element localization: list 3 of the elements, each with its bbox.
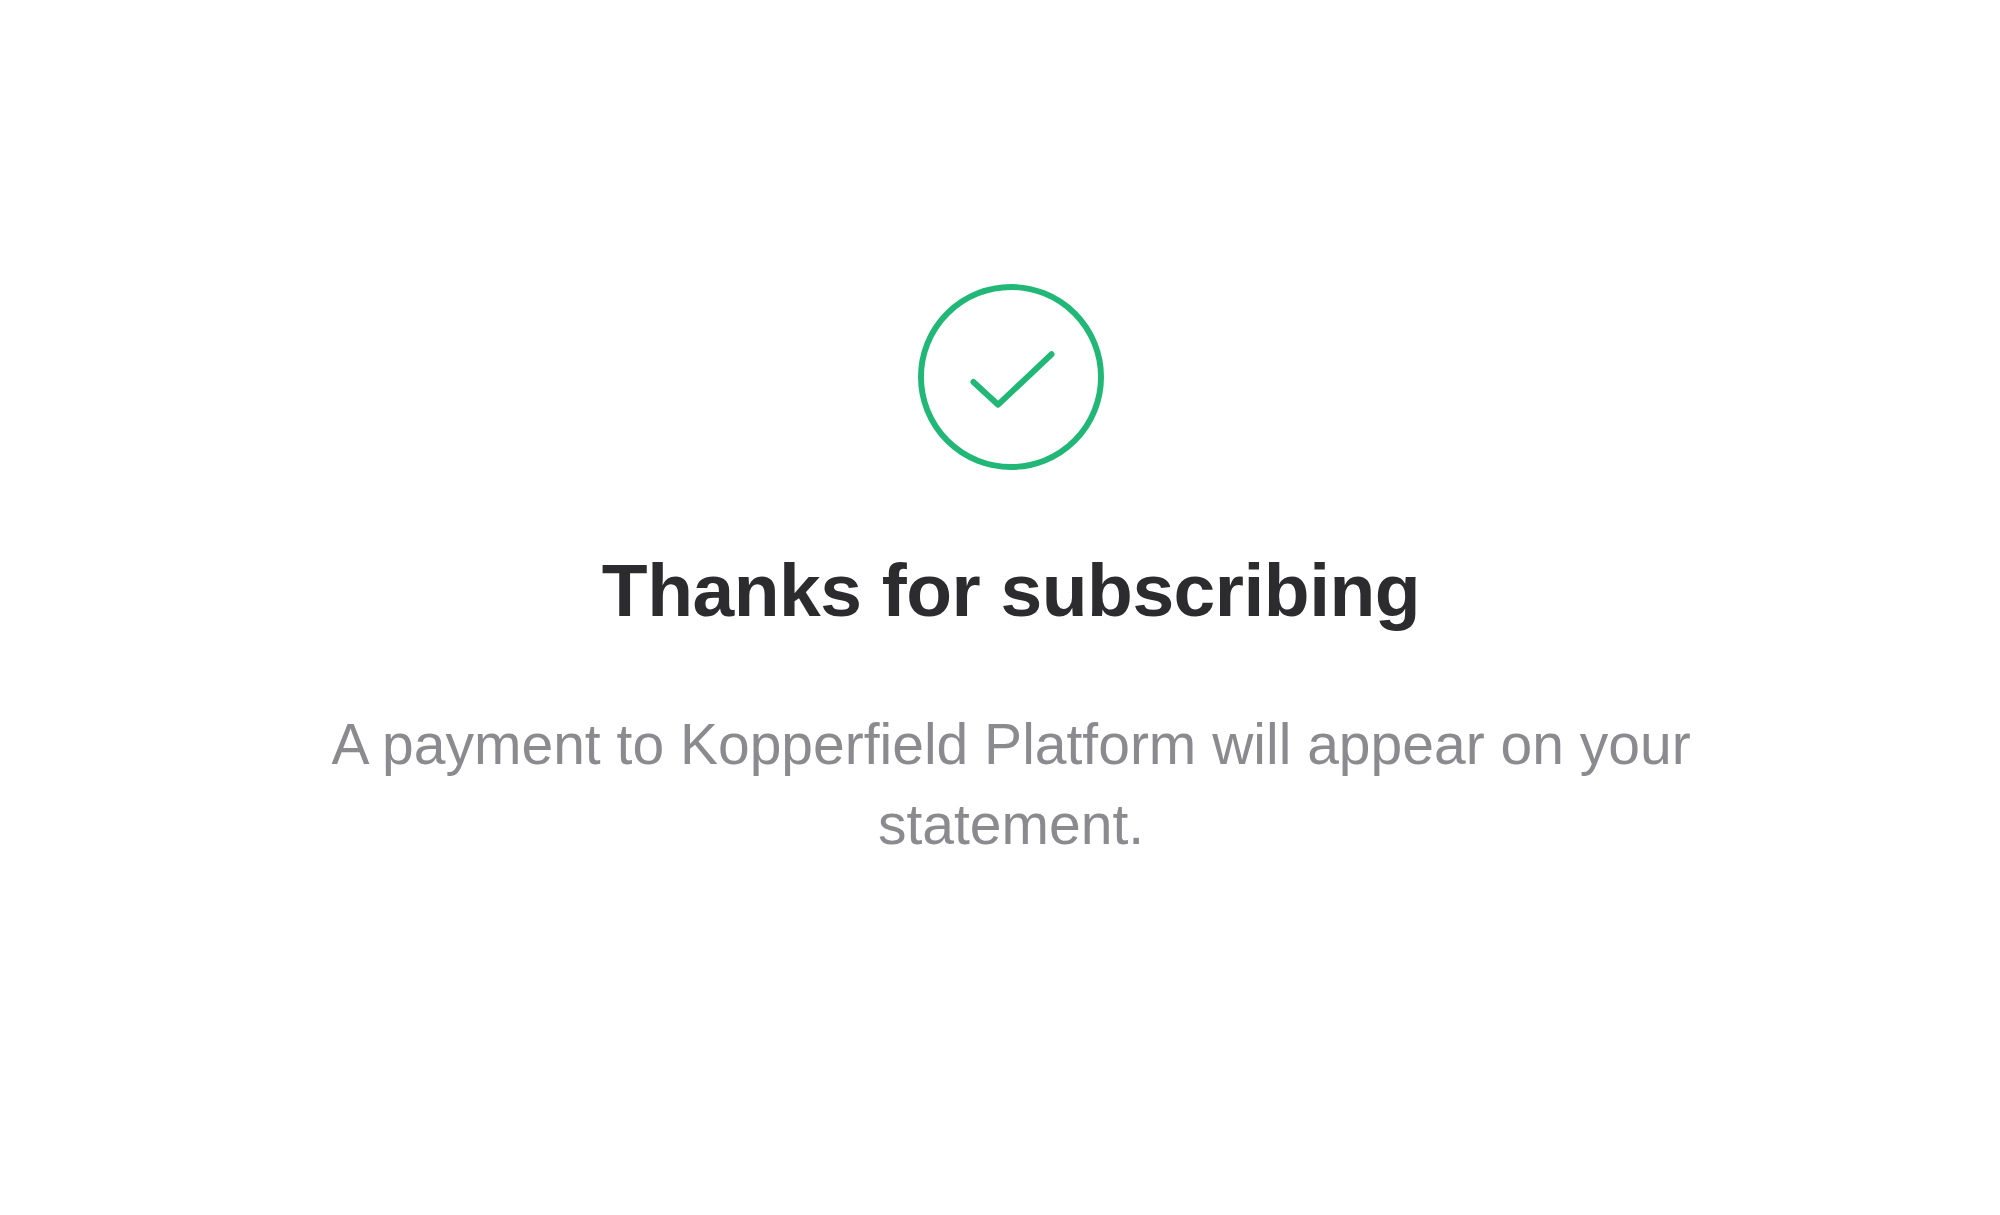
check-circle-icon [918, 284, 1104, 470]
confirmation-title: Thanks for subscribing [601, 547, 1421, 634]
confirmation-message: A payment to Kopperfield Platform will appear on your statement. [330, 711, 1692, 858]
